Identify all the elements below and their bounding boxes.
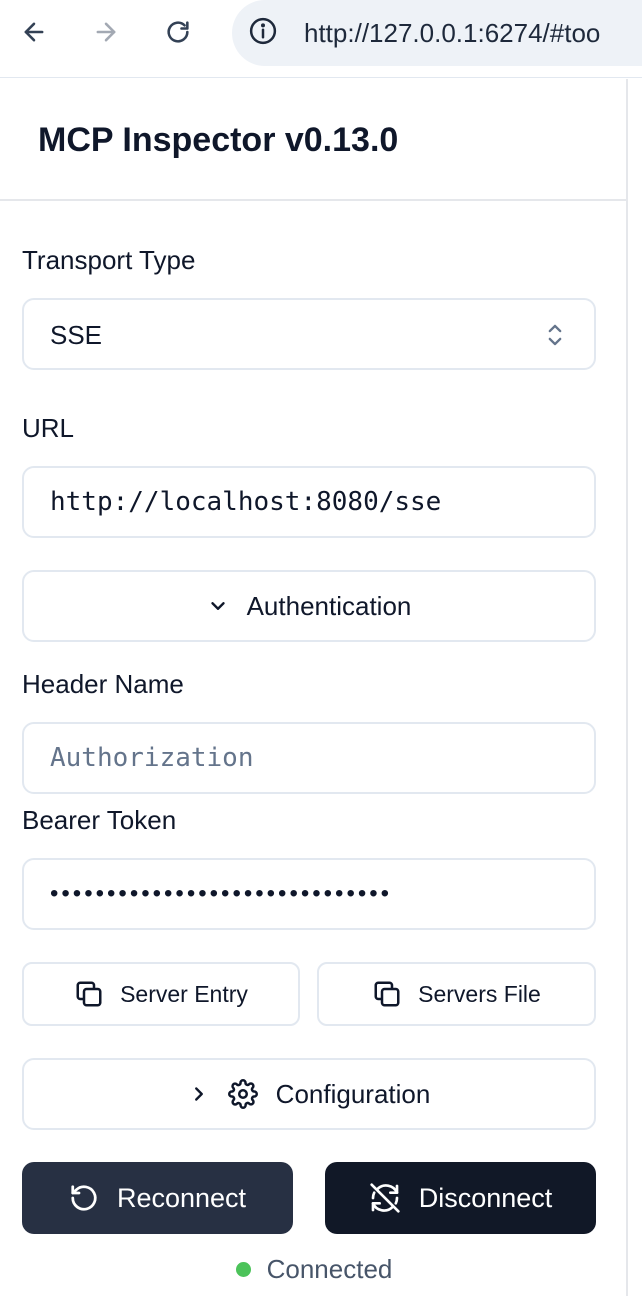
transport-type-select[interactable]: SSE bbox=[22, 298, 596, 370]
configuration-toggle-button[interactable]: Configuration bbox=[22, 1058, 596, 1130]
copy-icon bbox=[374, 981, 400, 1007]
gear-icon bbox=[227, 1079, 258, 1109]
header-name-input[interactable]: Authorization bbox=[22, 722, 596, 794]
url-label: URL bbox=[22, 413, 75, 443]
bearer-token-input[interactable]: •••••••••••••••••••••••••••••• bbox=[22, 858, 596, 930]
status-indicator-dot bbox=[235, 1262, 251, 1277]
url-input[interactable]: http://localhost:8080/sse bbox=[22, 466, 596, 538]
disconnect-button[interactable]: Disconnect bbox=[325, 1162, 596, 1234]
browser-toolbar: http://127.0.0.1:6274/#too bbox=[0, 0, 642, 78]
bearer-token-value: •••••••••••••••••••••••••••••• bbox=[50, 880, 393, 907]
disconnect-label: Disconnect bbox=[418, 1182, 553, 1213]
reload-icon bbox=[167, 21, 189, 43]
refresh-off-icon bbox=[370, 1183, 400, 1213]
header-name-placeholder: Authorization bbox=[50, 743, 254, 773]
transport-type-value: SSE bbox=[50, 320, 103, 350]
copy-icon bbox=[76, 981, 102, 1007]
reconnect-label: Reconnect bbox=[116, 1182, 247, 1213]
address-url[interactable]: http://127.0.0.1:6274/#too bbox=[304, 18, 600, 49]
url-input-value: http://localhost:8080/sse bbox=[50, 487, 442, 517]
rotate-ccw-icon bbox=[71, 1185, 97, 1211]
arrow-right-icon bbox=[96, 22, 116, 42]
chevrons-up-down-icon bbox=[548, 324, 562, 346]
app-title: MCP Inspector v0.13.0 bbox=[38, 121, 399, 159]
arrow-left-icon bbox=[24, 22, 44, 42]
chevron-right-icon bbox=[194, 1087, 203, 1101]
configuration-label: Configuration bbox=[275, 1078, 431, 1109]
header-name-label: Header Name bbox=[22, 669, 184, 699]
back-button[interactable] bbox=[14, 12, 54, 52]
connection-status: Connected bbox=[0, 1254, 628, 1285]
address-bar[interactable]: http://127.0.0.1:6274/#too bbox=[232, 0, 642, 66]
chevron-down-icon bbox=[210, 602, 225, 610]
server-entry-label: Server Entry bbox=[120, 980, 248, 1007]
info-icon[interactable] bbox=[248, 16, 278, 46]
servers-file-label: Servers File bbox=[418, 980, 541, 1007]
bearer-token-label: Bearer Token bbox=[22, 805, 177, 835]
copy-server-entry-button[interactable]: Server Entry bbox=[22, 962, 300, 1026]
reload-button[interactable] bbox=[158, 12, 198, 52]
authentication-toggle-button[interactable]: Authentication bbox=[22, 570, 596, 642]
authentication-label: Authentication bbox=[246, 590, 412, 621]
transport-type-label: Transport Type bbox=[22, 245, 196, 275]
sidebar-header: MCP Inspector v0.13.0 bbox=[0, 79, 626, 201]
forward-button[interactable] bbox=[86, 12, 126, 52]
status-text: Connected bbox=[266, 1254, 393, 1284]
copy-servers-file-button[interactable]: Servers File bbox=[317, 962, 596, 1026]
reconnect-button[interactable]: Reconnect bbox=[22, 1162, 293, 1234]
